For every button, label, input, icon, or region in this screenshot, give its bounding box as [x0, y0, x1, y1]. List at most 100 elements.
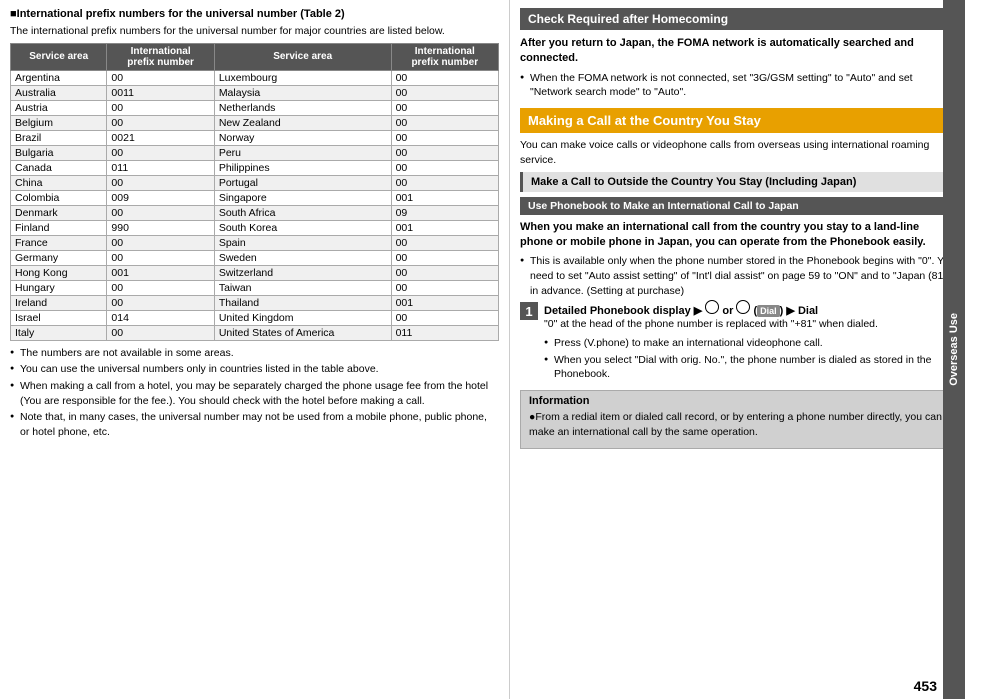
- col-header-prefix2: Internationalprefix number: [391, 43, 498, 70]
- table-cell: 00: [107, 70, 214, 85]
- bullet-item: The numbers are not available in some ar…: [10, 346, 499, 361]
- table-row: Argentina00Luxembourg00: [11, 70, 499, 85]
- table-cell: 00: [391, 70, 498, 85]
- bullet-item: You can use the universal numbers only i…: [10, 362, 499, 377]
- table-row: China00Portugal00: [11, 175, 499, 190]
- table-cell: 00: [391, 310, 498, 325]
- step-paren-close: ): [780, 305, 784, 317]
- check-body1: After you return to Japan, the FOMA netw…: [520, 36, 955, 67]
- table-row: Israel014United Kingdom00: [11, 310, 499, 325]
- prefix-table: Service area Internationalprefix number …: [10, 43, 499, 341]
- col-header-prefix1: Internationalprefix number: [107, 43, 214, 70]
- table-cell: Australia: [11, 85, 107, 100]
- left-intro-text: The international prefix numbers for the…: [10, 24, 499, 39]
- table-cell: Brazil: [11, 130, 107, 145]
- table-row: Denmark00South Africa09: [11, 205, 499, 220]
- table-cell: Peru: [214, 145, 391, 160]
- table-cell: Germany: [11, 250, 107, 265]
- table-cell: 001: [391, 220, 498, 235]
- table-cell: 00: [107, 325, 214, 340]
- table-cell: 00: [391, 235, 498, 250]
- check-bullets: When the FOMA network is not connected, …: [520, 71, 955, 100]
- table-cell: Sweden: [214, 250, 391, 265]
- sidebar-label-text: Overseas Use: [948, 313, 960, 386]
- table-cell: 001: [391, 295, 498, 310]
- table-cell: France: [11, 235, 107, 250]
- table-cell: 014: [107, 310, 214, 325]
- table-cell: Finland: [11, 220, 107, 235]
- step-sub-bullets: Press (V.phone) to make an international…: [544, 336, 955, 382]
- table-cell: 990: [107, 220, 214, 235]
- table-cell: 011: [391, 325, 498, 340]
- table-cell: Ireland: [11, 295, 107, 310]
- table-cell: 00: [391, 280, 498, 295]
- page-number: 453: [914, 678, 937, 694]
- table-row: Canada011Philippines00: [11, 160, 499, 175]
- sidebar-label: Overseas Use: [943, 0, 965, 699]
- step-dial-text: Dial: [798, 305, 818, 317]
- table-cell: Colombia: [11, 190, 107, 205]
- step-title-text: Detailed Phonebook display: [544, 305, 691, 317]
- table-cell: 00: [107, 175, 214, 190]
- table-row: Bulgaria00Peru00: [11, 145, 499, 160]
- table-cell: Thailand: [214, 295, 391, 310]
- table-cell: Norway: [214, 130, 391, 145]
- step-row: 1 Detailed Phonebook display ▶ or (Dial)…: [520, 300, 955, 384]
- table-cell: Hungary: [11, 280, 107, 295]
- table-cell: 00: [391, 130, 498, 145]
- table-row: Hungary00Taiwan00: [11, 280, 499, 295]
- table-row: Hong Kong001Switzerland00: [11, 265, 499, 280]
- table-cell: Singapore: [214, 190, 391, 205]
- making-call-header: Making a Call at the Country You Stay: [520, 108, 955, 133]
- table-cell: 00: [391, 115, 498, 130]
- table-cell: Luxembourg: [214, 70, 391, 85]
- table-cell: 001: [391, 190, 498, 205]
- table-cell: 00: [391, 160, 498, 175]
- table-cell: Denmark: [11, 205, 107, 220]
- table-cell: 00: [391, 175, 498, 190]
- table-cell: South Korea: [214, 220, 391, 235]
- table-cell: 00: [107, 295, 214, 310]
- table-cell: 0011: [107, 85, 214, 100]
- make-call-subheader: Make a Call to Outside the Country You S…: [520, 172, 955, 192]
- table-row: Brazil0021Norway00: [11, 130, 499, 145]
- table-row: Austria00Netherlands00: [11, 100, 499, 115]
- step-sub-bullet2: When you select "Dial with orig. No.", t…: [544, 353, 955, 382]
- check-bullet-item: When the FOMA network is not connected, …: [520, 71, 955, 100]
- table-cell: Argentina: [11, 70, 107, 85]
- check-header: Check Required after Homecoming: [520, 8, 955, 30]
- col-header-service2: Service area: [214, 43, 391, 70]
- table-cell: 09: [391, 205, 498, 220]
- step-or-text: or: [722, 305, 733, 317]
- left-bullet-list: The numbers are not available in some ar…: [10, 346, 499, 440]
- table-cell: 00: [107, 250, 214, 265]
- table-cell: 00: [107, 115, 214, 130]
- step-content: Detailed Phonebook display ▶ or (Dial) ▶…: [544, 300, 955, 384]
- phonebook-body: When you make an international call from…: [520, 220, 955, 251]
- left-column: ■International prefix numbers for the un…: [0, 0, 510, 699]
- step-title: Detailed Phonebook display ▶ or (Dial) ▶…: [544, 300, 955, 317]
- table-row: Finland990South Korea001: [11, 220, 499, 235]
- col-header-service1: Service area: [11, 43, 107, 70]
- table-cell: 00: [107, 100, 214, 115]
- making-call-body: You can make voice calls or videophone c…: [520, 138, 955, 167]
- table-row: Italy00United States of America011: [11, 325, 499, 340]
- table-cell: Italy: [11, 325, 107, 340]
- circle-icon: [705, 300, 719, 314]
- table-cell: 011: [107, 160, 214, 175]
- table-row: Belgium00New Zealand00: [11, 115, 499, 130]
- table-cell: Portugal: [214, 175, 391, 190]
- table-cell: Netherlands: [214, 100, 391, 115]
- right-column: Check Required after Homecoming After yo…: [510, 0, 965, 699]
- table-row: Ireland00Thailand001: [11, 295, 499, 310]
- info-box: Information ●From a redial item or diale…: [520, 390, 955, 448]
- table-cell: 00: [107, 205, 214, 220]
- table-cell: Bulgaria: [11, 145, 107, 160]
- table-cell: 00: [391, 265, 498, 280]
- info-box-header: Information: [529, 395, 946, 407]
- step-sub-text1: "0" at the head of the phone number is r…: [544, 317, 955, 332]
- circle-icon2: [736, 300, 750, 314]
- table-cell: New Zealand: [214, 115, 391, 130]
- step-arrow2: ▶: [786, 305, 794, 317]
- table-cell: 00: [391, 100, 498, 115]
